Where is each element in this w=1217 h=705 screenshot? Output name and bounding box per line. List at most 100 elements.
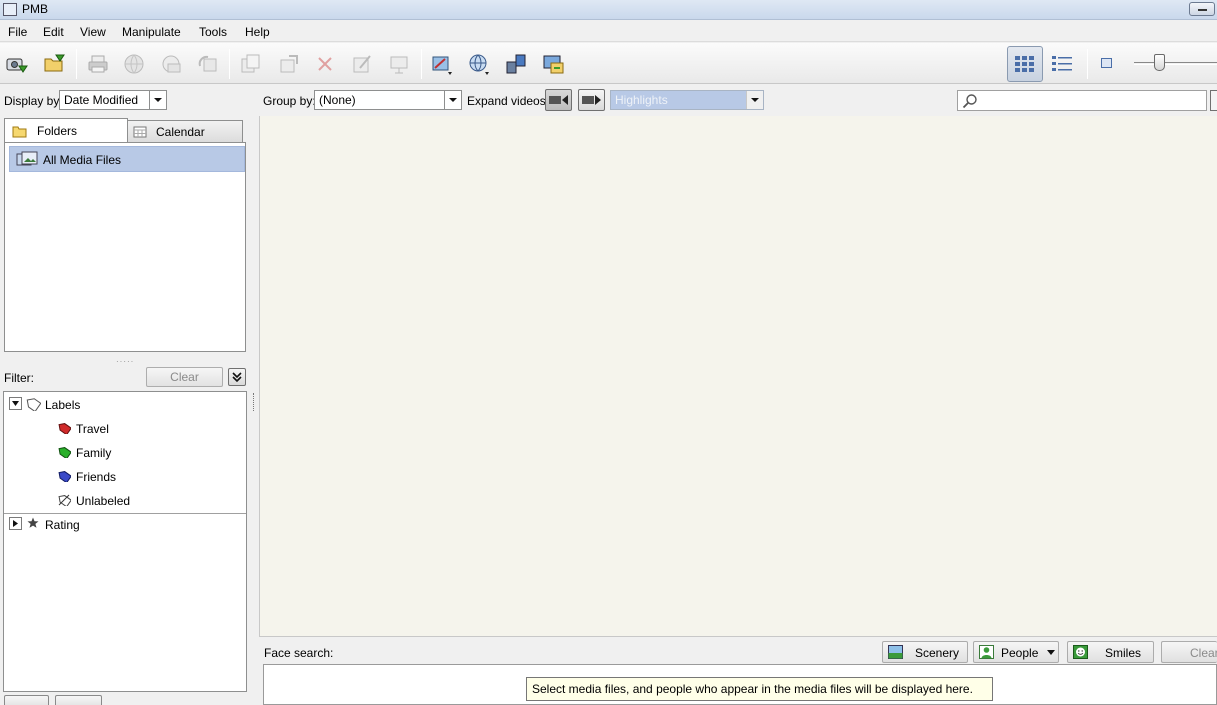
import-camera-button[interactable] [3, 50, 31, 78]
highlights-value: Highlights [615, 93, 668, 107]
menu-bar: File Edit View Manipulate Tools Help [0, 21, 1217, 42]
slideshow-button[interactable] [385, 50, 413, 78]
menu-file[interactable]: File [8, 25, 27, 39]
travel-tag-icon [58, 423, 71, 434]
add-label-button[interactable] [4, 695, 49, 705]
scenery-icon [888, 645, 903, 659]
rotate-icon [198, 55, 217, 72]
delete-icon [318, 57, 332, 71]
group-by-select[interactable]: (None) [314, 90, 462, 110]
print-button[interactable] [84, 50, 112, 78]
smiles-label: Smiles [1105, 646, 1142, 660]
smiles-button[interactable]: Smiles [1067, 641, 1154, 663]
copy-icon [241, 54, 260, 73]
double-chevron-down-icon [232, 372, 242, 383]
menu-manipulate[interactable]: Manipulate [122, 25, 181, 39]
friends-tag-icon [58, 471, 71, 482]
tag-icon [26, 398, 41, 411]
small-thumbnail-icon [1101, 58, 1112, 68]
unlabeled-tag-icon [58, 494, 71, 506]
chevron-down-icon [1047, 650, 1055, 655]
window-title: PMB [22, 2, 49, 16]
chevron-down-icon [149, 91, 166, 109]
main-toolbar [0, 43, 1217, 84]
globe-icon [124, 54, 144, 74]
copy-button[interactable] [236, 50, 264, 78]
grid-view-icon [1015, 56, 1034, 72]
rotate-button[interactable] [194, 50, 222, 78]
people-button[interactable]: People [973, 641, 1059, 663]
star-icon [27, 517, 39, 528]
group-by-label: Group by: [263, 94, 316, 108]
online-button[interactable] [465, 50, 493, 78]
minimize-button[interactable] [1189, 2, 1215, 16]
media-grid-area[interactable] [259, 116, 1217, 636]
panel-splitter[interactable] [253, 393, 256, 411]
label-family[interactable]: Family [76, 446, 111, 460]
person-icon [979, 645, 994, 659]
rating-expander[interactable] [9, 517, 22, 530]
search-options-button[interactable] [1210, 90, 1217, 111]
share-web-button[interactable] [120, 50, 148, 78]
edit-icon [353, 55, 371, 73]
zoom-slider-track[interactable] [1134, 62, 1217, 65]
highlights-select[interactable]: Highlights [610, 90, 764, 110]
email-icon [162, 55, 181, 73]
search-input[interactable] [957, 90, 1207, 111]
menu-tools[interactable]: Tools [199, 25, 227, 39]
face-search-label: Face search: [264, 646, 334, 660]
label-unlabeled[interactable]: Unlabeled [76, 494, 130, 508]
film-expand-icon [582, 95, 601, 105]
thumbnail-view-button[interactable] [1007, 46, 1043, 82]
tab-folders-label: Folders [37, 124, 78, 138]
zoom-slider-thumb[interactable] [1154, 54, 1165, 71]
menu-edit[interactable]: Edit [43, 25, 64, 39]
scenery-button[interactable]: Scenery [882, 641, 968, 663]
export-button[interactable] [539, 50, 567, 78]
face-search-hint: Select media files, and people who appea… [526, 677, 993, 701]
labels-expander[interactable] [9, 397, 22, 410]
email-button[interactable] [158, 50, 186, 78]
sync-icon [506, 54, 526, 74]
face-search-bar: Face search: Scenery People Smiles Clear [259, 636, 1217, 664]
printer-icon [88, 55, 108, 73]
list-view-button[interactable] [1044, 46, 1080, 82]
triangle-down-icon [12, 401, 19, 406]
delete-button[interactable] [311, 50, 339, 78]
folder-item-all-media[interactable]: All Media Files [9, 146, 245, 172]
chevron-down-icon [444, 91, 461, 109]
face-results-area: Select media files, and people who appea… [263, 664, 1217, 705]
calendar-icon [133, 126, 147, 138]
folder-item-label: All Media Files [43, 153, 122, 167]
filter-label: Filter: [4, 371, 34, 385]
move-icon [280, 55, 298, 73]
display-by-select[interactable]: Date Modified [59, 90, 167, 110]
edit-button[interactable] [348, 50, 376, 78]
label-friends[interactable]: Friends [76, 470, 116, 484]
expand-videos-button[interactable] [578, 89, 605, 111]
splitter-grip[interactable]: ····· [116, 357, 134, 366]
filter-collapse-button[interactable] [228, 368, 246, 386]
filter-clear-button[interactable]: Clear [146, 367, 223, 387]
scenery-label: Scenery [915, 646, 960, 660]
menu-view[interactable]: View [80, 25, 106, 39]
folder-icon [12, 126, 27, 138]
menu-help[interactable]: Help [245, 25, 270, 39]
map-view-button[interactable] [428, 50, 456, 78]
sync-button[interactable] [502, 50, 530, 78]
tab-folders[interactable]: Folders [4, 118, 128, 143]
globe-dropdown-icon [469, 54, 489, 75]
camera-import-icon [6, 58, 28, 73]
label-travel[interactable]: Travel [76, 422, 109, 436]
filter-tree: Labels Travel Family Friends Unlabeled R… [3, 391, 247, 692]
collapse-videos-button[interactable] [545, 89, 572, 111]
labels-group: Labels Travel Family Friends Unlabeled [4, 392, 246, 514]
slideshow-icon [390, 56, 408, 74]
move-button[interactable] [275, 50, 303, 78]
folder-import-icon [44, 54, 65, 72]
face-clear-button[interactable]: Clear [1161, 641, 1217, 663]
group-by-value: (None) [319, 93, 356, 107]
remove-label-button[interactable] [55, 695, 102, 705]
import-folder-button[interactable] [41, 50, 69, 78]
tab-calendar[interactable]: Calendar [127, 120, 243, 142]
